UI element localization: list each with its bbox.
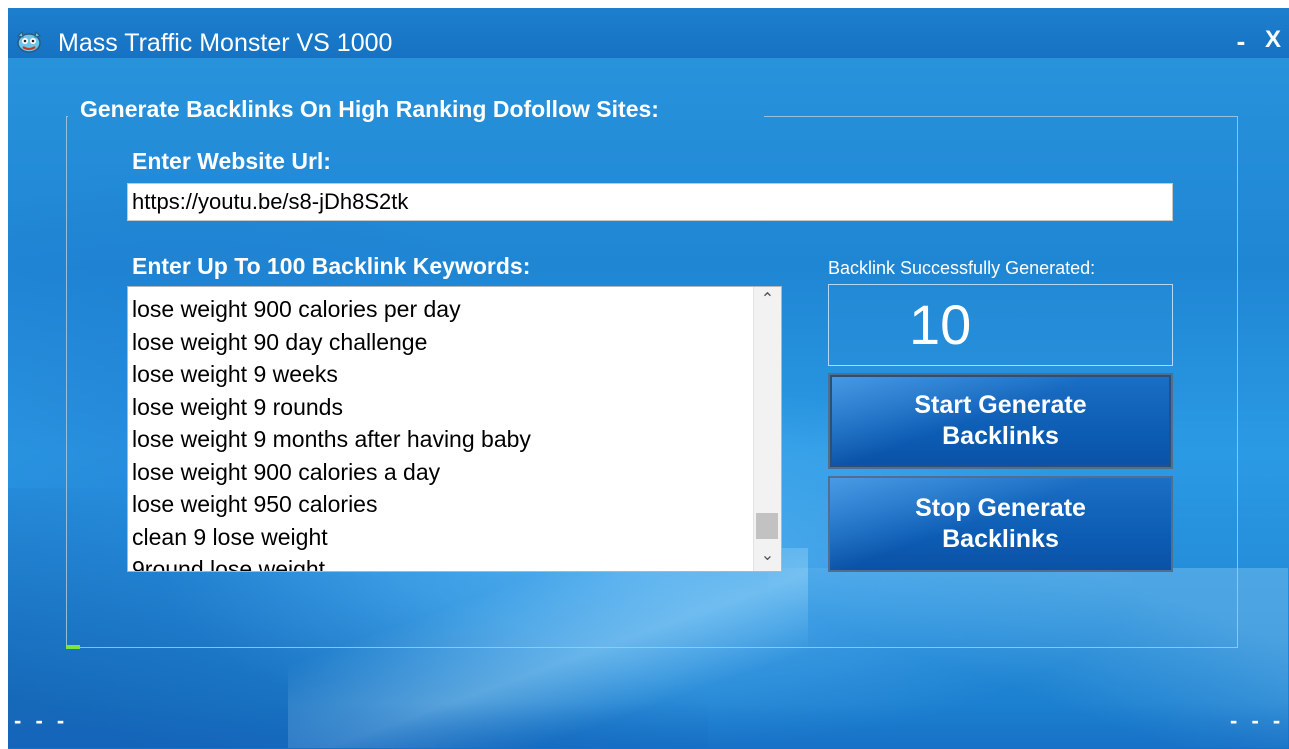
minimize-button[interactable]: - [1230,26,1252,57]
stop-button-label-line2: Backlinks [942,525,1059,553]
monster-icon [16,30,42,53]
start-button-label-line2: Backlinks [942,422,1059,450]
keywords-list: lose weight 900 calories per day lose we… [132,293,751,572]
start-generate-button[interactable]: Start Generate Backlinks [828,373,1173,469]
keywords-textarea[interactable]: lose weight 900 calories per day lose we… [127,286,782,572]
keyword-line: lose weight 900 calories a day [132,458,441,485]
title-bar[interactable]: Mass Traffic Monster VS 1000 - X [8,8,1289,58]
scrollbar-thumb[interactable] [756,513,778,539]
scroll-up-icon[interactable]: ⌃ [754,289,781,313]
stop-generate-button[interactable]: Stop Generate Backlinks [828,476,1173,572]
status-bar [8,703,1289,749]
keywords-scrollbar[interactable]: ⌃ ⌄ [753,287,781,571]
status-left-text: - - - [14,708,69,733]
window-title: Mass Traffic Monster VS 1000 [58,29,393,57]
keyword-line: 9round lose weight [132,556,326,572]
stop-button-label-line1: Stop Generate [915,494,1086,522]
keyword-line: lose weight 900 calories per day [132,296,461,322]
scroll-down-icon[interactable]: ⌄ [754,545,781,569]
keyword-line: lose weight 9 rounds [132,393,343,420]
keyword-line: lose weight 950 calories [132,491,378,517]
close-button[interactable]: X [1262,26,1284,54]
backlink-count: 10 [909,293,972,356]
keywords-label: Enter Up To 100 Backlink Keywords: [132,253,531,279]
counter-label: Backlink Successfully Generated: [828,258,1096,278]
keyword-line: lose weight 9 weeks [132,361,338,387]
app-window: Mass Traffic Monster VS 1000 - X Generat… [8,8,1289,749]
website-url-input[interactable] [127,183,1173,221]
progress-marker [66,645,80,649]
start-button-label-line1: Start Generate [914,391,1087,419]
keyword-line: clean 9 lose weight [132,523,328,550]
keyword-line: lose weight 9 months after having baby [132,426,531,452]
status-right-text: - - - [1230,708,1285,733]
counter-box: 10 [828,284,1173,366]
url-label: Enter Website Url: [132,148,331,174]
keyword-line: lose weight 90 day challenge [132,328,428,355]
groupbox-title: Generate Backlinks On High Ranking Dofol… [80,96,659,122]
